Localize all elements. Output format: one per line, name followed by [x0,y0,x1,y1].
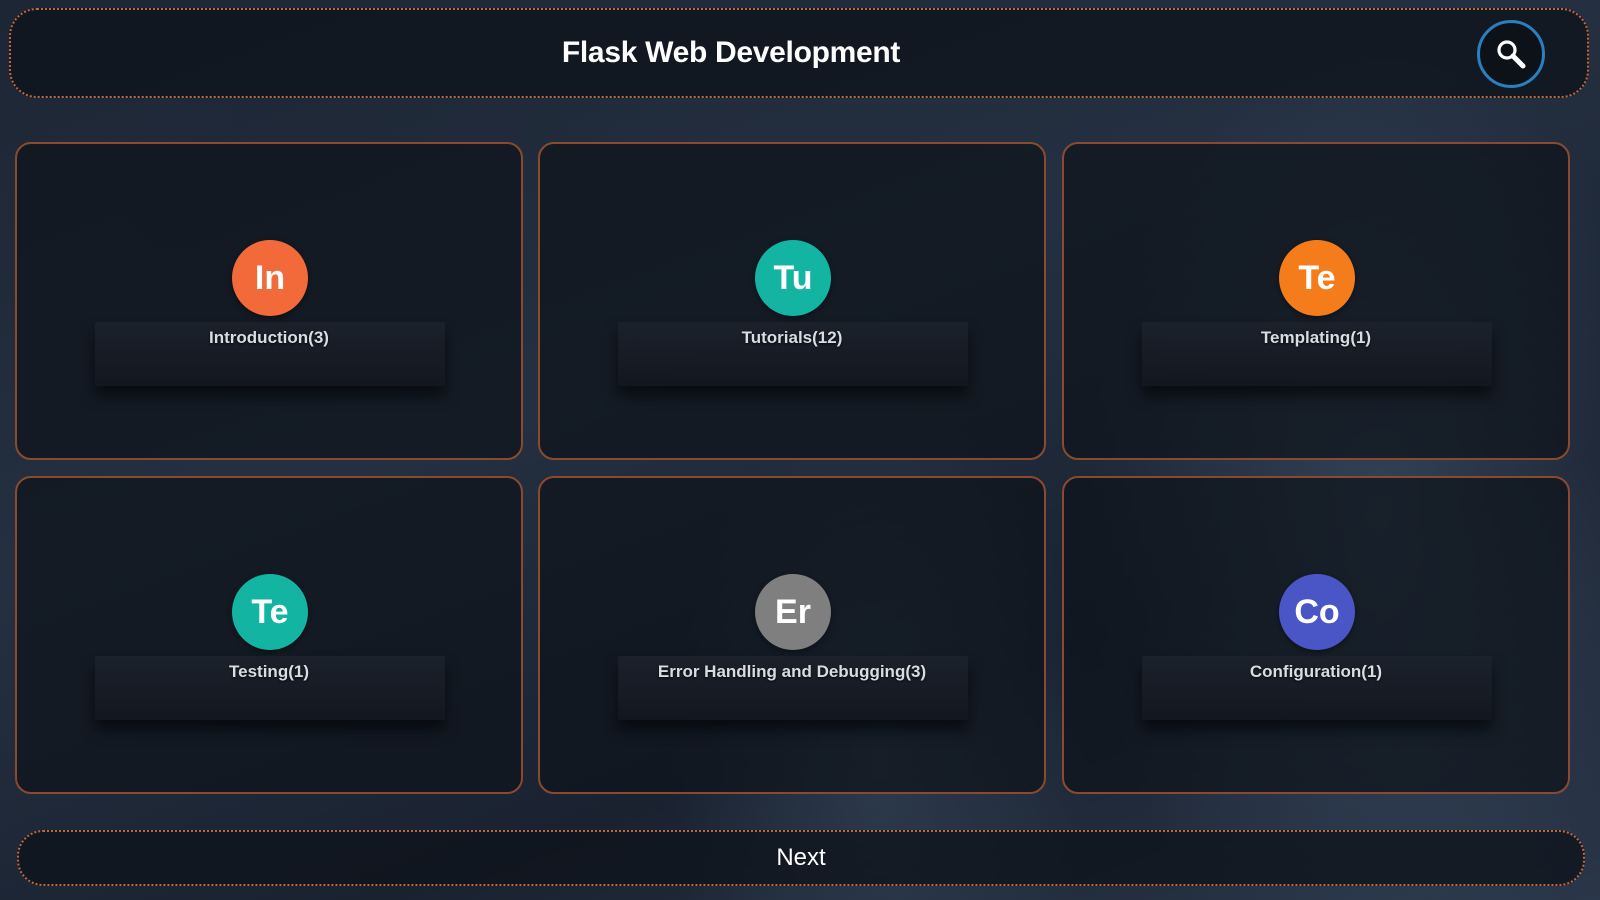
search-button[interactable] [1477,20,1545,88]
category-avatar: In [232,240,308,316]
category-card-introduction[interactable]: In Introduction(3) [15,142,523,460]
category-card-templating[interactable]: Te Templating(1) [1062,142,1570,460]
category-label: Templating(1) [1260,328,1372,347]
app-header: Flask Web Development [9,8,1589,98]
category-avatar: Te [1279,240,1355,316]
category-label: Error Handling and Debugging(3) [657,662,927,681]
category-label: Tutorials(12) [741,328,843,347]
category-card-testing[interactable]: Te Testing(1) [15,476,523,794]
category-avatar: Co [1279,574,1355,650]
category-grid: In Introduction(3) Tu Tutorials(12) Te T… [15,142,1570,794]
category-avatar: Te [232,574,308,650]
page-title: Flask Web Development [561,36,901,69]
category-card-tutorials[interactable]: Tu Tutorials(12) [538,142,1046,460]
search-icon [1497,40,1526,69]
category-card-configuration[interactable]: Co Configuration(1) [1062,476,1570,794]
next-button[interactable]: Next [17,830,1585,886]
category-avatar: Tu [755,240,831,316]
category-label: Introduction(3) [209,328,329,347]
category-card-error-handling[interactable]: Er Error Handling and Debugging(3) [538,476,1046,794]
category-label: Testing(1) [229,662,309,681]
category-avatar: Er [755,574,831,650]
category-label: Configuration(1) [1249,662,1383,681]
